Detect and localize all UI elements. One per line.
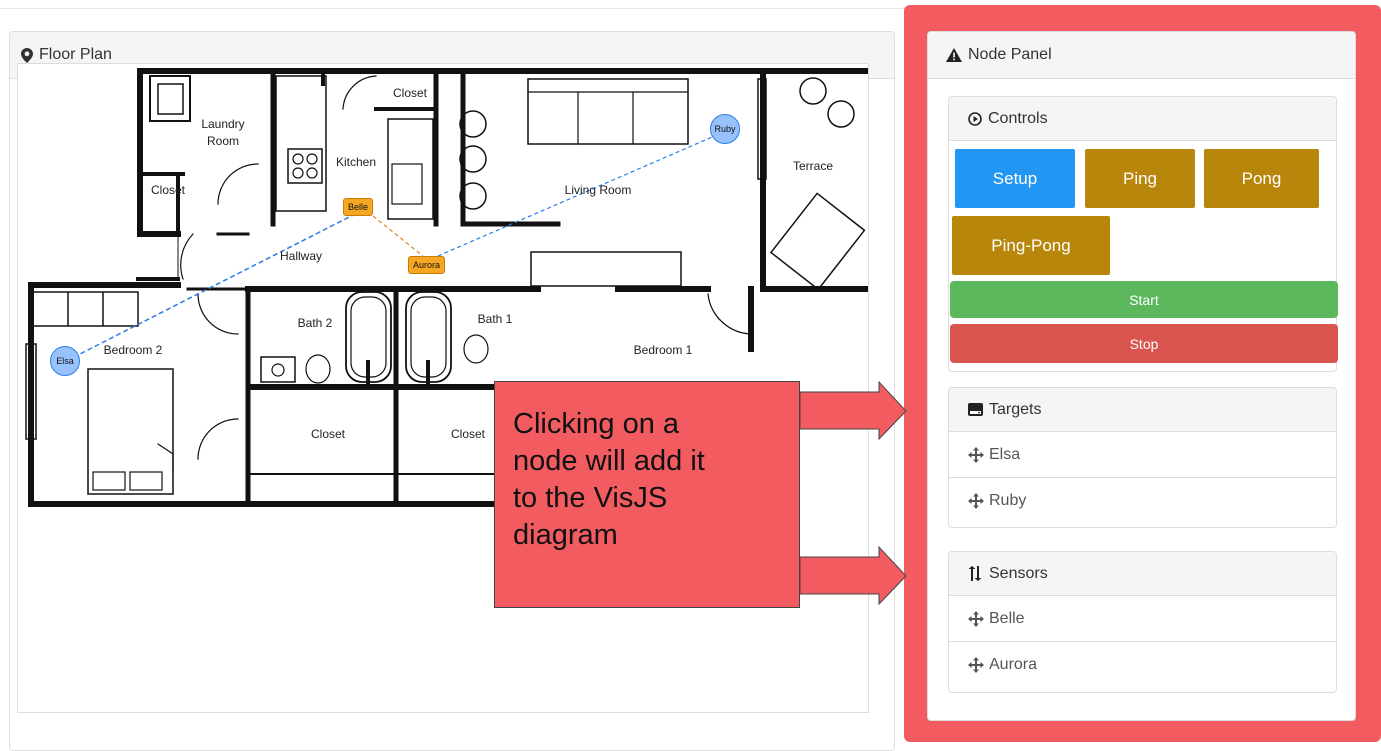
controls-title: Controls xyxy=(988,109,1048,127)
room-label-closet-left: Closet xyxy=(151,183,186,197)
target-item-ruby[interactable]: Ruby xyxy=(949,478,1336,524)
target-item-elsa[interactable]: Elsa xyxy=(949,432,1336,478)
target-label: Ruby xyxy=(989,492,1027,509)
room-label-bedroom2: Bedroom 2 xyxy=(104,343,163,357)
sensors-panel: Sensors Belle Aurora xyxy=(948,551,1337,693)
room-label-bath2: Bath 2 xyxy=(298,316,333,330)
node-elsa[interactable]: Elsa xyxy=(50,346,80,376)
setup-button[interactable]: Setup xyxy=(955,149,1075,208)
target-label: Elsa xyxy=(989,445,1021,463)
room-label-bath1: Bath 1 xyxy=(478,312,513,326)
room-label-laundry-room: Room xyxy=(207,134,239,148)
sensor-item-aurora[interactable]: Aurora xyxy=(949,642,1336,688)
move-arrows-icon xyxy=(968,610,984,627)
warning-triangle-icon xyxy=(946,48,962,62)
controls-header: Controls xyxy=(949,97,1336,141)
sensors-header: Sensors xyxy=(949,552,1336,596)
map-marker-icon xyxy=(21,47,33,63)
stop-button[interactable]: Stop xyxy=(950,324,1338,363)
annotation-callout: Clicking on a node will add it to the Vi… xyxy=(494,381,800,608)
node-ruby[interactable]: Ruby xyxy=(710,114,740,144)
targets-panel: Targets Elsa Ruby xyxy=(948,387,1337,528)
room-label-laundry: Laundry xyxy=(201,117,244,131)
targets-header: Targets xyxy=(949,388,1336,432)
callout-line-4: diagram xyxy=(513,519,618,551)
ping-button[interactable]: Ping xyxy=(1085,149,1195,208)
move-arrows-icon xyxy=(968,657,984,673)
node-belle[interactable]: Belle xyxy=(343,198,374,216)
arrow-to-sensors-icon xyxy=(799,545,907,606)
room-label-terrace: Terrace xyxy=(793,159,833,173)
ping-pong-button[interactable]: Ping-Pong xyxy=(952,216,1110,275)
node-panel-header: Node Panel xyxy=(928,32,1355,79)
floor-plan-title: Floor Plan xyxy=(39,46,112,63)
room-label-closet-bottom1: Closet xyxy=(311,427,346,441)
move-arrows-icon xyxy=(968,446,984,463)
node-panel-title: Node Panel xyxy=(968,46,1052,63)
start-button[interactable]: Start xyxy=(950,281,1338,318)
hdd-icon xyxy=(968,403,983,416)
callout-line-3: to the VisJS xyxy=(513,482,668,514)
sensor-item-belle[interactable]: Belle xyxy=(949,596,1336,642)
sensors-title: Sensors xyxy=(989,564,1048,582)
sort-arrows-icon xyxy=(968,566,983,581)
play-circle-icon xyxy=(968,111,982,126)
room-label-bedroom1: Bedroom 1 xyxy=(634,343,693,357)
room-label-kitchen: Kitchen xyxy=(336,155,376,169)
room-label-closet-bottom2: Closet xyxy=(451,427,486,441)
callout-line-2: node will add it xyxy=(513,445,705,477)
callout-arrows xyxy=(799,380,907,606)
room-label-hallway: Hallway xyxy=(280,249,322,263)
node-aurora[interactable]: Aurora xyxy=(408,256,446,274)
callout-line-1: Clicking on a xyxy=(513,408,680,440)
move-arrows-icon xyxy=(968,493,984,509)
room-label-living-room: Living Room xyxy=(565,183,632,197)
arrow-to-targets-icon xyxy=(799,380,907,441)
sensor-label: Belle xyxy=(989,609,1025,627)
room-label-closet-top: Closet xyxy=(393,86,428,100)
pong-button[interactable]: Pong xyxy=(1204,149,1319,208)
targets-title: Targets xyxy=(989,400,1042,418)
sensor-label: Aurora xyxy=(989,656,1038,673)
